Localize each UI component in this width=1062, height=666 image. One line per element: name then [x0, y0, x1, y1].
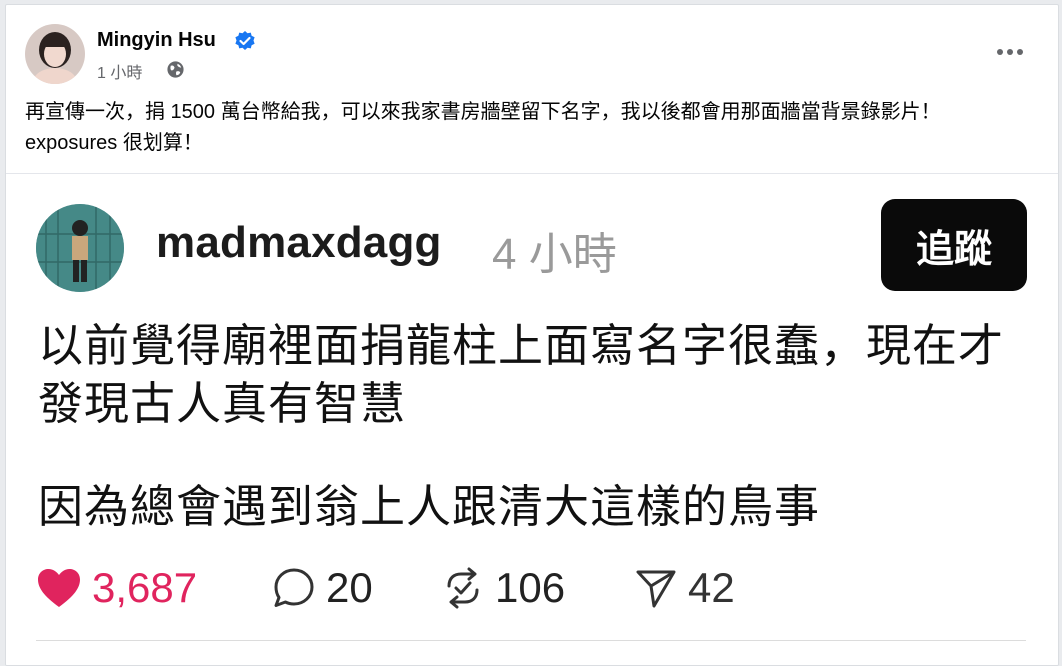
threads-paragraph-2: 因為總會遇到翁上人跟清大這樣的鳥事 — [38, 481, 821, 532]
repost-count: 106 — [495, 564, 566, 611]
divider — [36, 640, 1026, 641]
like-count: 3,687 — [92, 564, 198, 611]
author-avatar[interactable] — [25, 24, 85, 84]
post-card: Mingyin Hsu 1 小時 再宣傳一次，捐 1500 萬台幣給我，可以來我… — [5, 4, 1059, 666]
threads-username: madmaxdagg — [156, 218, 442, 267]
verified-badge-icon — [235, 31, 255, 50]
follow-button: 追蹤 — [881, 199, 1027, 291]
author-name[interactable]: Mingyin Hsu — [97, 29, 216, 52]
repost-icon — [447, 567, 479, 609]
comment-icon — [274, 568, 314, 607]
threads-avatar — [36, 204, 124, 292]
threads-stats: 3,687 20 106 42 — [36, 560, 1036, 616]
send-icon — [636, 570, 676, 608]
post-timestamp[interactable]: 1 小時 — [97, 59, 142, 83]
more-options-icon[interactable] — [990, 37, 1030, 67]
share-count: 42 — [688, 564, 735, 611]
embedded-screenshot[interactable]: madmaxdagg 4 小時 追蹤 以前覺得廟裡面捐龍柱上面寫名字很蠢，現在才… — [6, 174, 1058, 665]
reply-count: 20 — [326, 564, 373, 611]
repost-stat: 106 — [441, 560, 565, 616]
heart-icon — [38, 569, 80, 607]
reply-stat: 20 — [272, 560, 373, 616]
post-text: 再宣傳一次，捐 1500 萬台幣給我，可以來我家書房牆壁留下名字，我以後都會用那… — [25, 101, 941, 154]
like-stat: 3,687 — [36, 560, 197, 616]
globe-icon — [167, 61, 184, 78]
threads-paragraph-1: 以前覺得廟裡面捐龍柱上面寫名字很蠢，現在才發現古人真有智慧 — [38, 320, 1005, 429]
threads-timestamp: 4 小時 — [492, 230, 617, 279]
share-stat: 42 — [634, 560, 735, 616]
